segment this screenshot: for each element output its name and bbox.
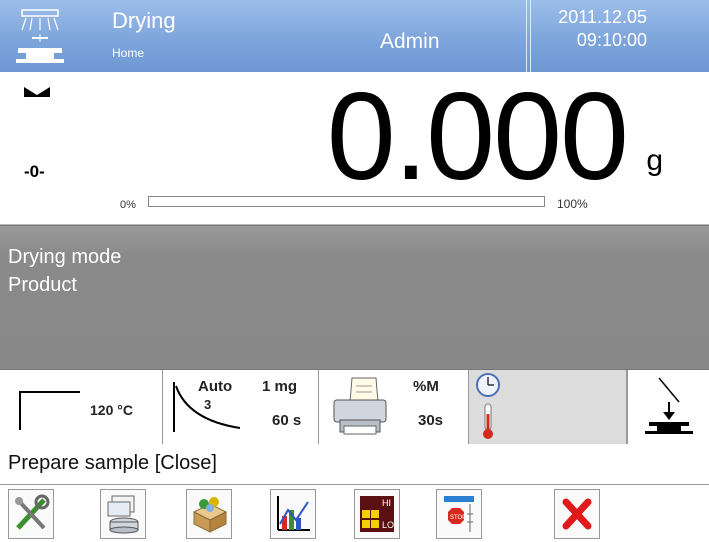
weighing-display: -0- 0.000 g 0% 100% bbox=[0, 72, 709, 225]
threshold-icon: HI LO bbox=[360, 496, 394, 532]
header-divider bbox=[526, 0, 531, 72]
info-product: Product bbox=[8, 274, 77, 296]
finish-mode: Auto bbox=[198, 378, 233, 395]
tare-cell[interactable] bbox=[626, 370, 709, 444]
database-icon bbox=[107, 495, 139, 534]
info-panel: Drying mode Product bbox=[0, 225, 709, 370]
weight-value: 0.000 bbox=[326, 68, 629, 206]
info-drying-mode: Drying mode bbox=[8, 246, 122, 268]
print-interval: 30s bbox=[418, 412, 444, 429]
user-name[interactable]: Admin bbox=[380, 30, 440, 54]
status-cell bbox=[468, 370, 628, 444]
database-button[interactable] bbox=[100, 489, 146, 539]
temperature-cell[interactable]: 120 °C bbox=[0, 370, 163, 444]
cancel-button[interactable] bbox=[554, 489, 600, 539]
products-icon bbox=[192, 497, 228, 533]
bottom-toolbar: HI LO STOP bbox=[0, 485, 709, 542]
stop-button[interactable]: STOP bbox=[436, 489, 482, 539]
date-time: 2011.12.05 09:10:00 bbox=[558, 6, 647, 52]
sample-pan-icon bbox=[645, 377, 693, 434]
load-bar bbox=[148, 196, 545, 207]
chart-button[interactable] bbox=[270, 489, 316, 539]
printer-icon bbox=[333, 377, 387, 435]
parameters-row: 120 °C Auto 3 1 mg 60 s %M 30s bbox=[0, 369, 709, 445]
cancel-icon bbox=[562, 498, 592, 530]
time-text: 09:10:00 bbox=[576, 30, 647, 50]
products-button[interactable] bbox=[186, 489, 232, 539]
mass-threshold: 1 mg bbox=[262, 378, 298, 395]
temperature-profile-icon bbox=[19, 391, 80, 430]
drying-lamp-icon[interactable] bbox=[12, 8, 68, 66]
stability-marker-icon bbox=[24, 84, 50, 102]
zero-indicator: -0- bbox=[24, 162, 45, 181]
weight-unit[interactable]: g bbox=[646, 144, 663, 178]
date-text: 2011.12.05 bbox=[558, 7, 647, 27]
mode-title: Drying bbox=[112, 8, 176, 33]
bar-min-label: 0% bbox=[120, 199, 136, 211]
print-mode: %M bbox=[413, 378, 439, 395]
prompt-text: Prepare sample [Close] bbox=[8, 452, 217, 474]
tools-button[interactable] bbox=[8, 489, 54, 539]
printout-cell[interactable]: %M 30s bbox=[318, 370, 468, 444]
chart-icon bbox=[277, 496, 310, 531]
prompt-bar[interactable]: Prepare sample [Close] bbox=[0, 444, 709, 485]
header-bar: Drying Home Admin 2011.12.05 09:10:00 bbox=[0, 0, 709, 72]
bar-max-label: 100% bbox=[557, 197, 588, 211]
screen-name: Home bbox=[112, 46, 145, 60]
finish-mode-value: 3 bbox=[204, 397, 212, 412]
svg-text:HI: HI bbox=[382, 498, 391, 508]
clock-thermometer-icon bbox=[476, 373, 500, 439]
svg-text:STOP: STOP bbox=[450, 515, 466, 521]
time-interval: 60 s bbox=[272, 412, 302, 429]
tools-icon bbox=[15, 494, 50, 530]
svg-text:LO: LO bbox=[382, 520, 394, 530]
stop-icon: STOP bbox=[444, 496, 474, 532]
temperature-value: 120 °C bbox=[90, 402, 133, 418]
finish-mode-cell[interactable]: Auto 3 1 mg 60 s bbox=[162, 370, 319, 444]
threshold-button[interactable]: HI LO bbox=[354, 489, 400, 539]
